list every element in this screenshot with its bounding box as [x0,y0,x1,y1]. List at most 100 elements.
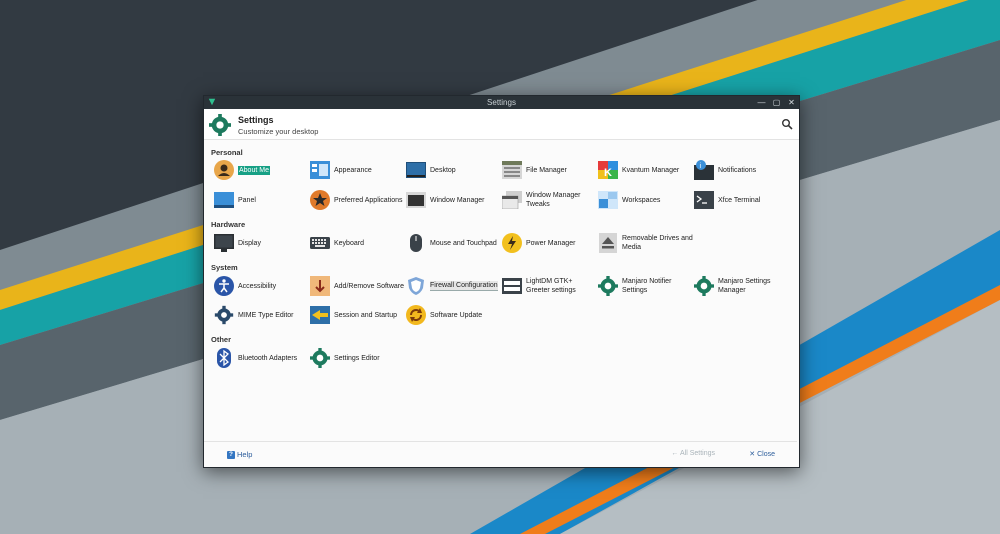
item-label: Power Manager [526,239,576,247]
firewall-icon [405,275,427,297]
desktop-icon [405,159,427,181]
settings-item-manjaro-settings-manager[interactable]: Manjaro Settings Manager [693,273,789,299]
item-label: Manjaro Settings Manager [718,278,771,294]
help-button[interactable]: ? Help [227,450,252,459]
settings-item-lightdm-greeter[interactable]: LightDM GTK+ Greeter settings [501,273,597,299]
settings-item-power-manager[interactable]: Power Manager [501,230,597,256]
settings-item-add-remove-software[interactable]: Add/Remove Software [309,273,405,299]
category-other: Other [211,335,232,344]
panel-icon [213,189,235,211]
settings-item-accessibility[interactable]: Accessibility [213,273,309,299]
keyboard-icon [309,232,331,254]
maximize-button[interactable]: ▢ [772,96,781,109]
settings-editor-icon [309,347,331,369]
power-icon [501,232,523,254]
settings-item-removable-drives[interactable]: Removable Drives and Media [597,230,693,256]
item-label: Kvantum Manager [622,166,680,174]
gear-icon [213,304,235,326]
settings-item-bluetooth-adapters[interactable]: Bluetooth Adapters [213,345,309,371]
settings-item-settings-editor[interactable]: Settings Editor [309,345,405,371]
settings-item-desktop[interactable]: Desktop [405,157,501,183]
category-hardware: Hardware [211,220,246,229]
lightdm-icon [501,275,523,297]
settings-item-window-manager[interactable]: Window Manager [405,187,501,213]
item-label: Display [238,239,261,247]
page-subtitle: Customize your desktop [238,127,319,136]
accessibility-icon [213,275,235,297]
minimize-button[interactable]: — [757,96,766,109]
bluetooth-icon [213,347,235,369]
manjaro-notifier-icon [597,275,619,297]
update-icon [405,304,427,326]
settings-window: Settings — ▢ ✕ Settings Customize your d… [203,95,800,468]
workspaces-icon [597,189,619,211]
manjaro-settings-icon [209,114,231,136]
item-label: File Manager [526,166,567,174]
item-label: Accessibility [238,282,277,290]
settings-item-software-update[interactable]: Software Update [405,302,501,328]
close-window-button[interactable]: ✕ [787,96,796,109]
settings-item-notifications[interactable]: i Notifications [693,157,789,183]
item-label: Session and Startup [334,311,398,319]
svg-text:K: K [604,167,612,179]
manjaro-logo-icon [208,98,216,106]
item-label: Xfce Terminal [718,196,761,204]
settings-item-mouse-touchpad[interactable]: Mouse and Touchpad [405,230,501,256]
settings-item-xfce-terminal[interactable]: Xfce Terminal [693,187,789,213]
item-label: Keyboard [334,239,364,247]
category-system: System [211,263,238,272]
titlebar[interactable]: Settings — ▢ ✕ [204,96,799,109]
item-label: Manjaro Notifier Settings [622,278,672,294]
item-label: Workspaces [622,196,661,204]
settings-item-appearance[interactable]: Appearance [309,157,405,183]
notifications-icon: i [693,159,715,181]
terminal-icon [693,189,715,211]
settings-item-about-me[interactable]: About Me [213,157,309,183]
item-label: Window Manager [430,196,485,204]
eject-icon [597,232,619,254]
add-remove-software-icon [309,275,331,297]
item-label: Bluetooth Adapters [238,354,298,362]
all-settings-button[interactable]: ← All Settings [671,450,715,457]
search-icon[interactable] [781,118,793,130]
appearance-icon [309,159,331,181]
item-label: Appearance [334,166,372,174]
session-icon [309,304,331,326]
close-button[interactable]: ✕ Close [749,450,775,458]
item-label: Software Update [430,311,483,319]
item-label: Firewall Configuration [430,281,498,291]
item-label: Window Manager Tweaks [526,192,581,208]
settings-item-panel[interactable]: Panel [213,187,309,213]
item-label: Panel [238,196,256,204]
settings-item-keyboard[interactable]: Keyboard [309,230,405,256]
category-personal: Personal [211,148,243,157]
help-icon: ? [227,450,235,459]
item-label: Removable Drives and Media [622,235,693,251]
item-label: About Me [238,165,270,175]
item-label: Preferred Applications [334,196,403,204]
item-label: Add/Remove Software [334,282,405,290]
item-label: Desktop [430,166,456,174]
footer-bar: ? Help ← All Settings ✕ Close [204,441,797,467]
window-title: Settings [487,98,516,107]
settings-item-kvantum-manager[interactable]: K Kvantum Manager [597,157,693,183]
settings-item-workspaces[interactable]: Workspaces [597,187,693,213]
settings-item-file-manager[interactable]: File Manager [501,157,597,183]
item-label: Notifications [718,166,757,174]
settings-item-manjaro-notifier[interactable]: Manjaro Notifier Settings [597,273,693,299]
page-title: Settings [238,115,274,125]
user-icon [213,159,235,181]
settings-item-session-startup[interactable]: Session and Startup [309,302,405,328]
preferred-apps-icon [309,189,331,211]
settings-item-mime-type-editor[interactable]: MIME Type Editor [213,302,309,328]
settings-header: Settings Customize your desktop [204,109,799,140]
settings-content: Personal Hardware System Other About Me … [204,141,797,436]
settings-item-firewall-configuration[interactable]: Firewall Configuration [405,273,501,299]
settings-item-display[interactable]: Display [213,230,309,256]
settings-item-window-manager-tweaks[interactable]: Window Manager Tweaks [501,187,597,213]
display-icon [213,232,235,254]
settings-item-preferred-applications[interactable]: Preferred Applications [309,187,405,213]
item-label: Settings Editor [334,354,380,362]
kvantum-icon: K [597,159,619,181]
help-label: Help [237,450,253,459]
